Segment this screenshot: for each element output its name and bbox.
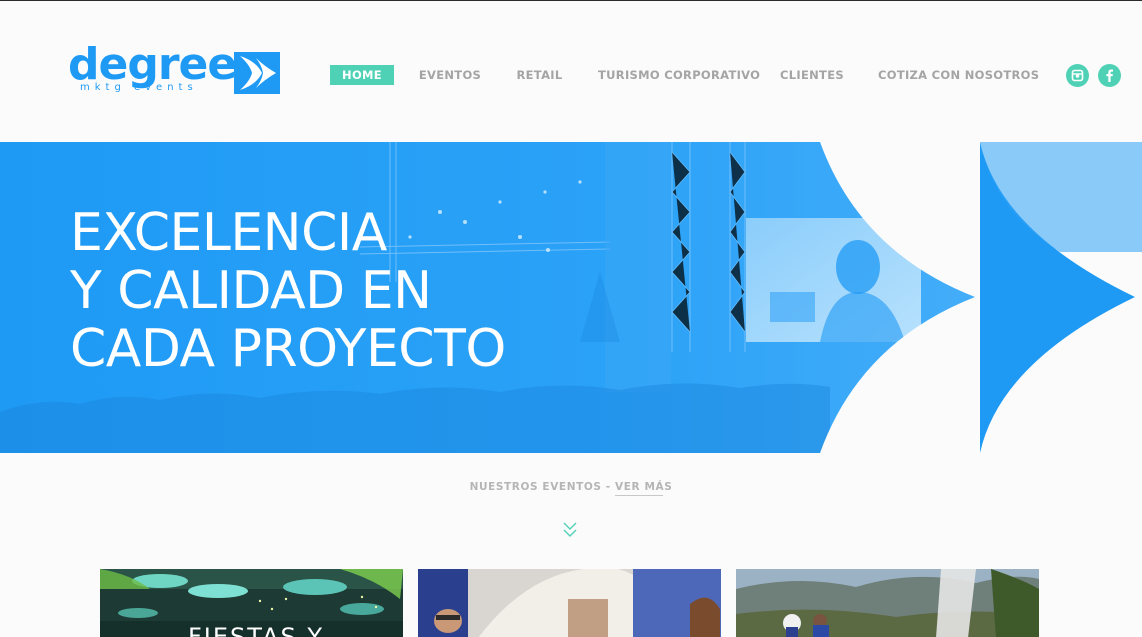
event-card-2-image xyxy=(418,569,721,637)
see-more-underline-arrow xyxy=(615,495,664,496)
see-more-link[interactable]: VER MÁS xyxy=(615,481,673,496)
hero-line-3: CADA PROYECTO xyxy=(70,319,506,379)
nav-cotiza[interactable]: COTIZA CON NOSOTROS xyxy=(878,65,1039,85)
nav-eventos[interactable]: EVENTOS xyxy=(412,65,488,85)
events-label: NUESTROS EVENTOS - xyxy=(469,481,611,493)
hero-line-2: Y CALIDAD EN xyxy=(70,261,432,321)
event-card-3-image xyxy=(736,569,1039,637)
event-card-1-title: FIESTAS Y xyxy=(188,623,325,637)
see-more-label: VER MÁS xyxy=(615,481,673,493)
facebook-icon[interactable] xyxy=(1098,64,1121,87)
hero-heading: EXCELENCIA Y CALIDAD EN CADA PROYECTO xyxy=(70,204,506,378)
nav-turismo-corporativo[interactable]: TURISMO CORPORATIVO xyxy=(598,65,760,85)
instagram-icon[interactable] xyxy=(1066,64,1089,87)
events-link: NUESTROS EVENTOS - VER MÁS xyxy=(0,481,1142,496)
nav-home[interactable]: HOME xyxy=(330,65,394,85)
event-card-2[interactable] xyxy=(418,569,721,637)
logo[interactable]: degree mktg events xyxy=(68,39,282,99)
logo-tagline: mktg events xyxy=(80,82,198,93)
nav-clientes[interactable]: CLIENTES xyxy=(778,65,846,85)
site-header: degree mktg events HOME EVENTOS RETAIL T… xyxy=(0,1,1142,141)
nav-retail[interactable]: RETAIL xyxy=(512,65,567,85)
double-chevron-down-icon[interactable] xyxy=(563,521,577,539)
hero-line-1: EXCELENCIA xyxy=(70,203,387,263)
event-card-3[interactable] xyxy=(736,569,1039,637)
hero-banner: EXCELENCIA Y CALIDAD EN CADA PROYECTO xyxy=(0,142,1142,453)
logo-arrow-icon xyxy=(234,52,280,94)
event-card-1[interactable]: FIESTAS Y xyxy=(100,569,403,637)
